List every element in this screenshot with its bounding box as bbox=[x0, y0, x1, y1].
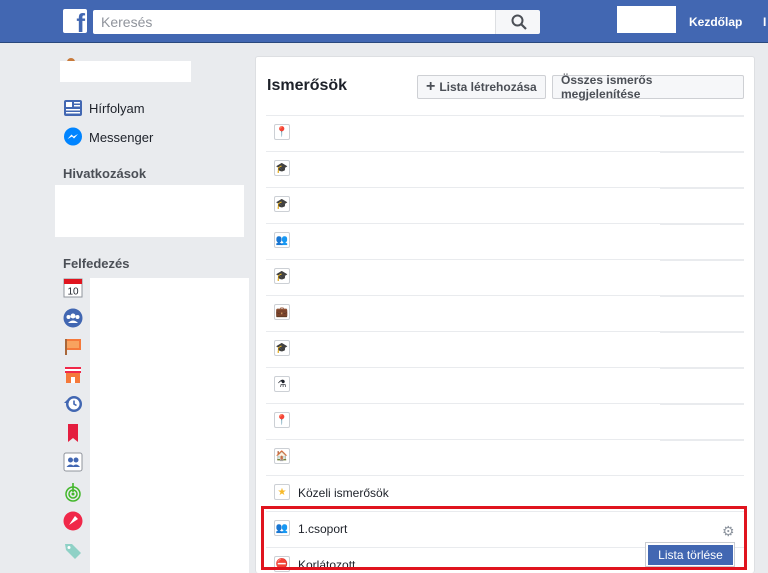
graduation-cap-icon: 🎓 bbox=[274, 196, 290, 212]
delete-list-menu-item[interactable]: Lista törlése bbox=[648, 545, 733, 565]
marketplace-icon[interactable] bbox=[63, 365, 83, 385]
list-item[interactable]: ⚗ bbox=[266, 367, 744, 403]
friends-lists-panel: Ismerősök + Lista létrehozása Összes ism… bbox=[255, 56, 755, 573]
row-divider bbox=[660, 152, 744, 153]
shortcuts-title: Hivatkozások bbox=[63, 166, 147, 181]
offers-tag-icon[interactable] bbox=[63, 540, 83, 560]
fundraiser-rocket-icon[interactable] bbox=[63, 511, 83, 531]
list-item[interactable]: 🏠 bbox=[266, 439, 744, 475]
list-item-label[interactable]: Közeli ismerősök bbox=[298, 486, 389, 500]
facebook-logo-icon[interactable]: f bbox=[63, 9, 87, 36]
home-icon: 🏠 bbox=[274, 448, 290, 464]
messenger-icon bbox=[64, 127, 82, 146]
row-divider bbox=[660, 116, 744, 117]
sidebar-item-news-feed[interactable]: Hírfolyam bbox=[63, 98, 145, 118]
briefcase-icon: 💼 bbox=[274, 304, 290, 320]
row-divider bbox=[660, 296, 744, 297]
location-pin-icon: 📍 bbox=[274, 124, 290, 140]
list-item[interactable]: 📍 bbox=[266, 115, 744, 151]
calendar-icon[interactable]: 10 bbox=[63, 278, 83, 298]
create-list-label: Lista létrehozása bbox=[439, 80, 537, 94]
row-divider bbox=[660, 332, 744, 333]
row-divider bbox=[660, 404, 744, 405]
list-item[interactable]: 💼 bbox=[266, 295, 744, 331]
shortcuts-list[interactable] bbox=[55, 185, 244, 237]
graduation-cap-icon: 🎓 bbox=[274, 340, 290, 356]
groups-icon[interactable] bbox=[63, 308, 83, 328]
list-item[interactable]: 📍 bbox=[266, 403, 744, 439]
row-divider bbox=[660, 224, 744, 225]
gear-icon[interactable]: ⚙ bbox=[722, 524, 736, 538]
saved-bookmark-icon[interactable] bbox=[63, 423, 83, 443]
list-item[interactable]: 👥 bbox=[266, 223, 744, 259]
list-item[interactable]: 🎓 bbox=[266, 331, 744, 367]
row-divider bbox=[660, 368, 744, 369]
show-all-friends-label: Összes ismerős megjelenítése bbox=[561, 73, 653, 101]
plus-icon: + bbox=[426, 78, 436, 95]
create-list-button[interactable]: + Lista létrehozása bbox=[417, 75, 546, 99]
calendar-day: 10 bbox=[67, 287, 79, 298]
search-input[interactable] bbox=[93, 10, 495, 34]
flask-icon: ⚗ bbox=[274, 376, 290, 392]
graduation-cap-icon: 🎓 bbox=[274, 268, 290, 284]
explore-title: Felfedezés bbox=[63, 256, 130, 271]
search-button[interactable] bbox=[495, 10, 540, 34]
profile-name-box[interactable] bbox=[60, 61, 191, 82]
row-divider bbox=[660, 260, 744, 261]
news-feed-icon bbox=[64, 100, 82, 116]
sidebar-item-messenger[interactable]: Messenger bbox=[63, 127, 153, 147]
left-sidebar: Hírfolyam Messenger Hivatkozások Felfede… bbox=[55, 43, 255, 573]
row-divider bbox=[660, 188, 744, 189]
pages-flag-icon[interactable] bbox=[63, 336, 83, 356]
row-divider bbox=[660, 440, 744, 441]
search-icon bbox=[511, 14, 527, 30]
star-icon: ★ bbox=[274, 484, 290, 500]
nav-link-cut[interactable]: I bbox=[763, 15, 766, 29]
graduation-cap-icon: 🎓 bbox=[274, 160, 290, 176]
top-navigation-bar: f Kezdőlap I bbox=[0, 0, 768, 43]
sidebar-item-label: Hírfolyam bbox=[89, 100, 145, 116]
explore-list[interactable] bbox=[90, 278, 249, 573]
profile-link[interactable] bbox=[617, 6, 676, 33]
people-icon: 👥 bbox=[274, 232, 290, 248]
nearby-wifi-icon[interactable] bbox=[63, 482, 83, 502]
list-item[interactable]: 🎓 bbox=[266, 187, 744, 223]
list-item[interactable]: 🎓 bbox=[266, 259, 744, 295]
home-link[interactable]: Kezdőlap bbox=[689, 15, 742, 29]
memories-icon[interactable] bbox=[63, 394, 83, 414]
sidebar-item-label: Messenger bbox=[89, 129, 154, 145]
show-all-friends-button[interactable]: Összes ismerős megjelenítése bbox=[552, 73, 744, 101]
location-pin-icon: 📍 bbox=[274, 412, 290, 428]
friend-lists-icon[interactable] bbox=[63, 452, 83, 472]
list-item[interactable]: 🎓 bbox=[266, 151, 744, 187]
page-title: Ismerősök bbox=[267, 77, 348, 94]
